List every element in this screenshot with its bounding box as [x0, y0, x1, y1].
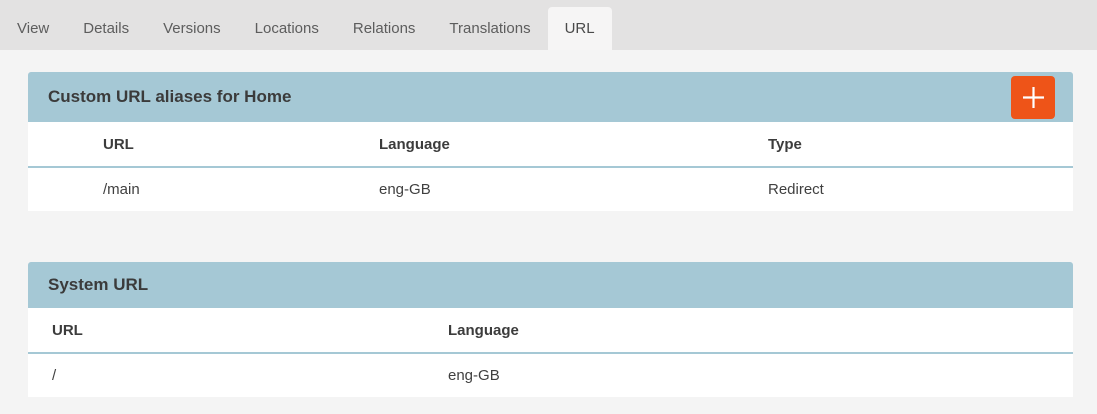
custom-aliases-title: Custom URL aliases for Home — [48, 87, 1011, 107]
system-url-title: System URL — [48, 275, 1055, 295]
add-alias-button[interactable] — [1011, 76, 1055, 119]
table-row: /main eng-GB Redirect — [28, 167, 1073, 211]
alias-language-cell: eng-GB — [355, 167, 744, 211]
column-header-url: URL — [28, 308, 424, 353]
system-url-section: System URL URL Language / eng-GB — [28, 262, 1073, 397]
column-header-language: Language — [424, 308, 1073, 353]
column-header-type: Type — [744, 122, 1073, 167]
custom-aliases-header-row: URL Language Type — [28, 122, 1073, 167]
custom-aliases-header: Custom URL aliases for Home — [28, 72, 1073, 122]
tab-view[interactable]: View — [0, 7, 66, 50]
system-url-header: System URL — [28, 262, 1073, 308]
section-gap — [28, 211, 1073, 262]
alias-url-cell: /main — [79, 167, 355, 211]
table-row: / eng-GB — [28, 353, 1073, 397]
tab-locations[interactable]: Locations — [238, 7, 336, 50]
column-header-language: Language — [355, 122, 744, 167]
system-language-cell: eng-GB — [424, 353, 1073, 397]
tab-relations[interactable]: Relations — [336, 7, 433, 50]
system-url-table: URL Language / eng-GB — [28, 308, 1073, 397]
empty-select-column — [28, 122, 79, 167]
alias-type-cell: Redirect — [744, 167, 1073, 211]
tab-translations[interactable]: Translations — [432, 7, 547, 50]
column-header-url: URL — [79, 122, 355, 167]
plus-icon — [1022, 86, 1045, 109]
tab-details[interactable]: Details — [66, 7, 146, 50]
custom-aliases-table: URL Language Type /main eng-GB Redirect — [28, 122, 1073, 211]
tab-versions[interactable]: Versions — [146, 7, 238, 50]
system-url-header-row: URL Language — [28, 308, 1073, 353]
empty-select-cell — [28, 167, 79, 211]
tab-url[interactable]: URL — [548, 7, 612, 50]
url-tab-content: Custom URL aliases for Home URL Language… — [0, 50, 1097, 397]
tab-bar: View Details Versions Locations Relation… — [0, 0, 1097, 50]
custom-aliases-section: Custom URL aliases for Home URL Language… — [28, 72, 1073, 211]
system-url-cell: / — [28, 353, 424, 397]
